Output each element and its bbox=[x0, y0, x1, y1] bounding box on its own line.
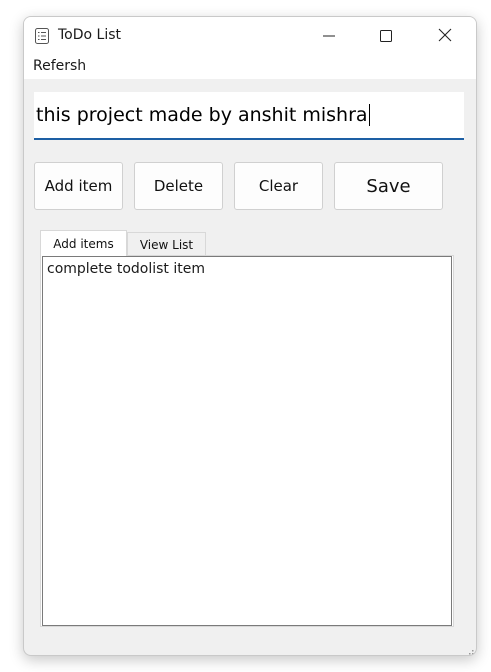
app-window: ToDo List Refersh this project made by a… bbox=[23, 16, 477, 656]
close-button[interactable] bbox=[422, 17, 468, 55]
menu-item-refresh[interactable]: Refersh bbox=[32, 58, 87, 74]
resize-grip-icon[interactable] bbox=[464, 643, 474, 655]
maximize-button[interactable] bbox=[363, 17, 409, 55]
minimize-icon bbox=[323, 27, 335, 46]
text-caret bbox=[368, 104, 370, 126]
save-button[interactable]: Save bbox=[334, 162, 443, 210]
add-item-button[interactable]: Add item bbox=[34, 162, 123, 210]
minimize-button[interactable] bbox=[306, 17, 352, 55]
menu-bar: Refersh bbox=[24, 55, 476, 79]
window-title: ToDo List bbox=[58, 27, 122, 43]
title-bar[interactable]: ToDo List bbox=[24, 17, 476, 55]
close-icon bbox=[438, 27, 452, 46]
todo-input[interactable]: this project made by anshit mishra bbox=[34, 92, 464, 140]
list-item[interactable]: complete todolist item bbox=[47, 261, 205, 277]
tab-view-list[interactable]: View List bbox=[127, 232, 206, 256]
tab-panel: complete todolist item bbox=[40, 255, 454, 627]
maximize-icon bbox=[380, 27, 392, 46]
todo-input-value: this project made by anshit mishra bbox=[36, 104, 368, 126]
clear-button[interactable]: Clear bbox=[234, 162, 323, 210]
list-icon bbox=[35, 28, 49, 44]
todo-listbox[interactable]: complete todolist item bbox=[42, 256, 452, 626]
delete-button[interactable]: Delete bbox=[134, 162, 223, 210]
tab-add-items[interactable]: Add items bbox=[40, 230, 127, 256]
